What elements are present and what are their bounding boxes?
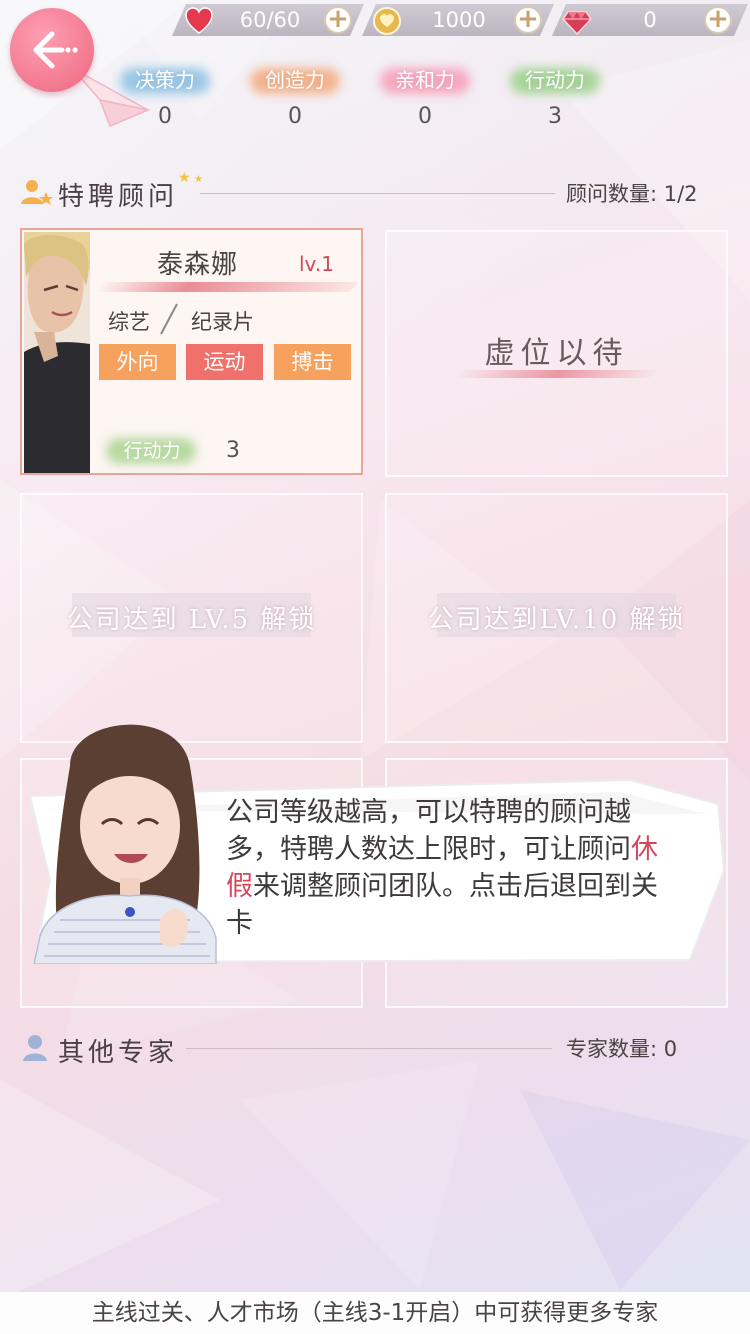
stat-label-action: 行动力 xyxy=(525,68,585,92)
advisors-section-title: 特聘顾问 xyxy=(58,182,179,212)
lock-lv10-label: 公司达到LV.10 解锁 xyxy=(427,605,686,635)
advisor-level: lv.1 xyxy=(299,252,334,276)
dialog-message[interactable]: 公司等级越高，可以特聘的顾问越多，特聘人数达上限时，可让顾问休假来调整顾问团队。… xyxy=(226,794,666,942)
bottom-hint: 主线过关、人才市场（主线3-1开启）中可获得更多专家 xyxy=(0,1292,750,1334)
stat-value-decision: 0 xyxy=(158,104,172,129)
vacant-advisor-slot[interactable]: 虚位以待 xyxy=(385,230,728,477)
add-gold-button[interactable]: + xyxy=(514,6,542,34)
stat-label-creativity: 创造力 xyxy=(265,68,325,92)
experts-section-title: 其他专家 xyxy=(58,1038,179,1068)
advisor-card[interactable]: 泰森娜 lv.1 综艺 纪录片 外向 运动 搏击 行动力 3 xyxy=(20,228,363,475)
heart-icon xyxy=(185,7,213,34)
lock-lv5-label: 公司达到 LV.5 解锁 xyxy=(66,605,317,635)
advisor-genre-1: 综艺 xyxy=(108,310,150,334)
tag-extrovert: 外向 xyxy=(99,344,176,380)
advisor-stat-value: 3 xyxy=(226,438,240,463)
back-arrow-icon xyxy=(33,31,78,69)
advisor-stat-label: 行动力 xyxy=(123,440,181,462)
stat-value-creativity: 0 xyxy=(288,104,302,129)
vacant-slot-label: 虚位以待 xyxy=(484,336,629,371)
stamina-value: 60/60 xyxy=(239,8,301,32)
stat-value-affinity: 0 xyxy=(418,104,432,129)
diamond-icon xyxy=(562,11,592,36)
genre-divider xyxy=(160,303,178,335)
sparkle-icon: ★ xyxy=(178,170,191,186)
advisor-section-icon xyxy=(21,180,53,205)
expert-count: 专家数量: 0 xyxy=(566,1037,678,1061)
locked-slot-lv10[interactable]: 公司达到LV.10 解锁 xyxy=(385,493,728,743)
sparkle-icon: ★ xyxy=(194,174,203,185)
dialog-text-before: 公司等级越高，可以特聘的顾问越多，特聘人数达上限时，可让顾问 xyxy=(226,797,631,864)
section-divider xyxy=(200,193,555,194)
gold-value: 1000 xyxy=(432,8,486,32)
experts-section-icon xyxy=(23,1035,47,1061)
stat-value-action: 3 xyxy=(548,104,562,129)
advisor-genre-2: 纪录片 xyxy=(191,310,254,334)
add-diamond-button[interactable]: + xyxy=(704,6,732,34)
advisor-portrait xyxy=(24,232,90,473)
advisor-name: 泰森娜 xyxy=(157,250,239,280)
tag-sports: 运动 xyxy=(186,344,263,380)
stat-label-decision: 决策力 xyxy=(135,68,195,92)
section-divider xyxy=(186,1048,552,1049)
tag-fighting: 搏击 xyxy=(274,344,351,380)
name-underline xyxy=(93,282,359,292)
stat-label-affinity: 亲和力 xyxy=(395,68,455,92)
diamond-value: 0 xyxy=(643,8,657,32)
add-stamina-button[interactable]: + xyxy=(324,6,352,34)
dialog-text-after: 来调整顾问团队。点击后退回到关卡 xyxy=(226,871,658,938)
advisor-count: 顾问数量: 1/2 xyxy=(566,182,698,206)
gold-coin-icon xyxy=(373,7,401,35)
back-button[interactable] xyxy=(10,8,94,92)
guide-character xyxy=(33,724,217,964)
